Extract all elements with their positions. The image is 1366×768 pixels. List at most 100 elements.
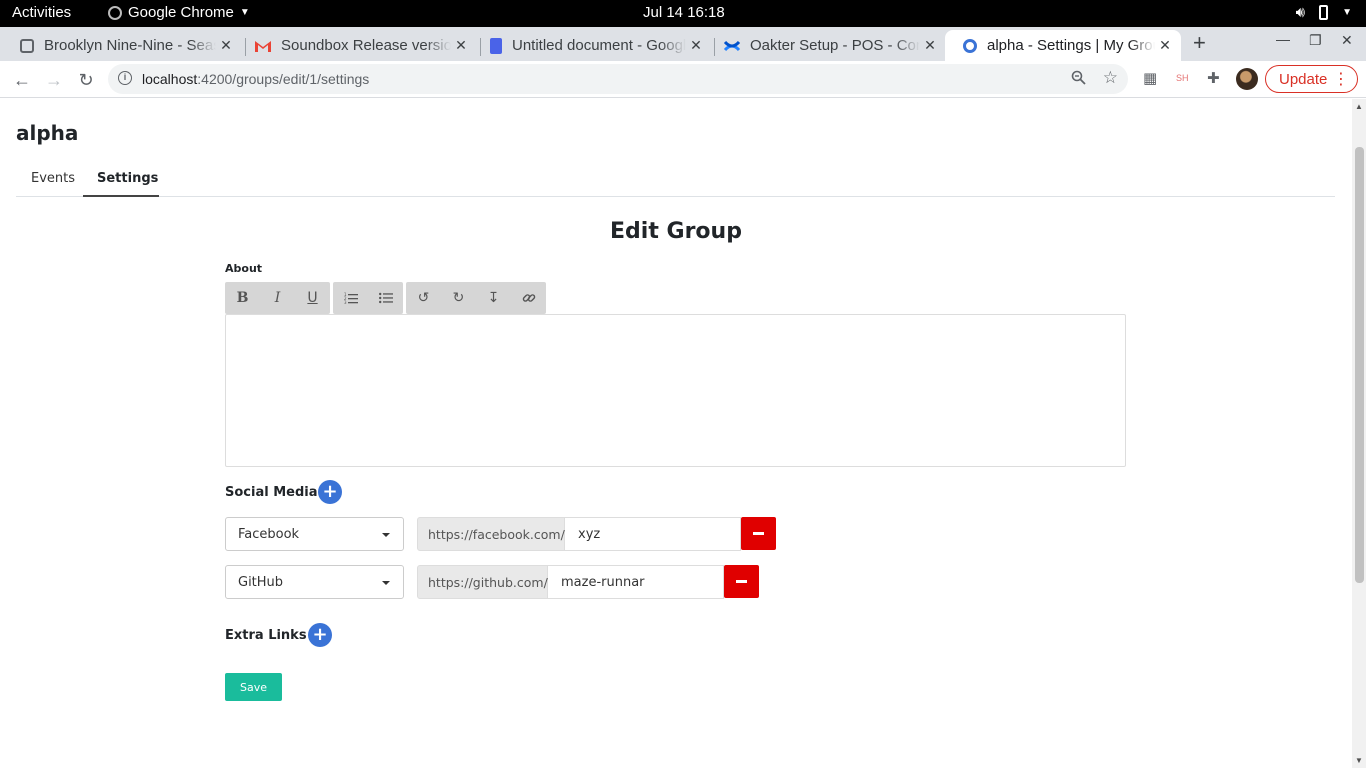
restore-icon[interactable]: ❐	[1309, 32, 1322, 49]
plus-icon: +	[312, 624, 328, 645]
extension-icon[interactable]: SH	[1176, 73, 1189, 83]
browser-tab-active[interactable]: alpha - Settings | My Groups ✕	[945, 30, 1181, 61]
close-icon[interactable]: ✕	[686, 37, 706, 54]
bookmark-star-icon[interactable]: ☆	[1103, 68, 1118, 88]
page-tabs: Events Settings	[16, 161, 1335, 197]
extra-links-label: Extra Links	[225, 628, 307, 643]
history-group: ↺ ↻ ↧	[406, 282, 546, 314]
address-bar[interactable]: i localhost:4200/groups/edit/1/settings …	[108, 64, 1128, 94]
plus-icon: +	[322, 481, 338, 502]
underline-icon[interactable]: U	[295, 282, 330, 314]
tab-settings[interactable]: Settings	[97, 171, 158, 186]
url-prefix: https://github.com/	[417, 565, 548, 599]
close-icon[interactable]: ✕	[920, 37, 940, 54]
page-content: alpha Events Settings Edit Group About B…	[0, 99, 1352, 768]
browser-toolbar: ← → ↻ i localhost:4200/groups/edit/1/set…	[0, 61, 1366, 98]
undo-icon[interactable]: ↺	[406, 282, 441, 314]
group-title: alpha	[16, 121, 79, 145]
list-group: 123	[333, 282, 403, 314]
battery-icon	[1319, 5, 1329, 20]
tab-title: Untitled document - Google Docs	[512, 37, 686, 54]
forward-icon[interactable]: →	[41, 67, 67, 93]
editor-toolbar: B I U 123 ↺ ↻ ↧	[225, 282, 546, 314]
bullet-list-icon[interactable]	[368, 282, 403, 314]
platform-select-value: GitHub	[238, 575, 284, 590]
minus-icon	[753, 532, 764, 535]
qr-extension-icon[interactable]: ▦	[1143, 69, 1157, 87]
platform-select[interactable]: Facebook	[225, 517, 404, 551]
tab-title: alpha - Settings | My Groups	[987, 37, 1155, 54]
caret-down-icon	[382, 533, 390, 537]
about-editor[interactable]	[225, 314, 1126, 467]
bold-icon[interactable]: B	[225, 282, 260, 314]
svg-text:3: 3	[344, 300, 347, 304]
caret-down-icon	[382, 581, 390, 585]
remove-social-link-button[interactable]	[724, 565, 759, 598]
italic-icon[interactable]: I	[260, 282, 295, 314]
browser-tab[interactable]: Untitled document - Google Docs ✕	[472, 30, 712, 61]
remove-social-link-button[interactable]	[741, 517, 776, 550]
url-prefix: https://facebook.com/	[417, 517, 565, 551]
profile-handle-input[interactable]: maze-runnar	[548, 565, 724, 599]
chrome-icon	[108, 5, 122, 20]
form-title: Edit Group	[610, 219, 742, 244]
app-menu-label: Google Chrome	[128, 4, 234, 21]
confluence-icon	[724, 38, 740, 54]
site-info-icon[interactable]: i	[118, 71, 132, 85]
platform-select-value: Facebook	[238, 527, 300, 542]
search-favicon-icon	[20, 38, 34, 53]
page-scrollbar[interactable]: ▲ ▼	[1352, 99, 1366, 768]
platform-select[interactable]: GitHub	[225, 565, 404, 599]
link-icon[interactable]	[511, 282, 546, 314]
zoom-icon[interactable]	[1071, 70, 1086, 90]
tab-strip: Brooklyn Nine-Nine - Season ✕ Soundbox R…	[0, 27, 1366, 61]
docs-icon	[490, 37, 502, 54]
add-social-media-button[interactable]: +	[318, 480, 342, 504]
tab-title: Oakter Setup - POS - Confluence	[750, 37, 920, 54]
active-tab-indicator	[83, 195, 159, 197]
app-menu[interactable]: Google Chrome ▼	[108, 4, 250, 21]
system-top-bar: Activities Google Chrome ▼ Jul 14 16:18 …	[0, 0, 1366, 27]
window-close-icon[interactable]: ✕	[1341, 32, 1353, 49]
browser-tab[interactable]: Brooklyn Nine-Nine - Season ✕	[2, 30, 242, 61]
browser-tab[interactable]: Soundbox Release version ✕	[237, 30, 477, 61]
volume-icon: 🔊︎	[1295, 4, 1306, 21]
redo-icon[interactable]: ↻	[441, 282, 476, 314]
app-favicon-icon	[963, 38, 977, 53]
tab-title: Brooklyn Nine-Nine - Season	[44, 37, 216, 54]
update-button[interactable]: Update ⋮	[1265, 65, 1358, 93]
tab-events[interactable]: Events	[31, 171, 75, 186]
close-icon[interactable]: ✕	[451, 37, 471, 54]
clock[interactable]: Jul 14 16:18	[643, 4, 725, 21]
line-break-icon[interactable]: ↧	[476, 282, 511, 314]
url-text[interactable]: localhost:4200/groups/edit/1/settings	[142, 71, 369, 87]
back-icon[interactable]: ←	[9, 67, 35, 93]
new-tab-icon[interactable]: +	[1193, 30, 1206, 56]
social-media-label: Social Media	[225, 485, 318, 500]
close-icon[interactable]: ✕	[1155, 37, 1175, 54]
caret-down-icon: ▼	[1342, 7, 1352, 18]
scrollbar-thumb[interactable]	[1355, 147, 1364, 583]
browser-tab[interactable]: Oakter Setup - POS - Confluence ✕	[706, 30, 946, 61]
more-menu-icon[interactable]: ⋮	[1333, 69, 1349, 89]
update-label: Update	[1279, 70, 1328, 88]
profile-avatar[interactable]	[1236, 68, 1258, 90]
activities-button[interactable]: Activities	[12, 4, 71, 21]
scroll-down-icon[interactable]: ▼	[1355, 756, 1363, 765]
profile-handle-input[interactable]: xyz	[565, 517, 741, 551]
close-icon[interactable]: ✕	[216, 37, 236, 54]
gmail-icon	[255, 38, 271, 54]
minimize-icon[interactable]: —	[1276, 31, 1290, 47]
ordered-list-icon[interactable]: 123	[333, 282, 368, 314]
format-group: B I U	[225, 282, 330, 314]
minus-icon	[736, 580, 747, 583]
save-button[interactable]: Save	[225, 673, 282, 701]
tab-title: Soundbox Release version	[281, 37, 451, 54]
puzzle-extensions-icon[interactable]: ✚	[1207, 69, 1220, 87]
scroll-up-icon[interactable]: ▲	[1355, 102, 1363, 111]
about-label: About	[225, 262, 263, 275]
caret-down-icon: ▼	[239, 7, 250, 18]
add-extra-link-button[interactable]: +	[308, 623, 332, 647]
reload-icon[interactable]: ↻	[73, 67, 99, 93]
system-tray[interactable]: 🔊︎ ▼	[1296, 4, 1352, 21]
